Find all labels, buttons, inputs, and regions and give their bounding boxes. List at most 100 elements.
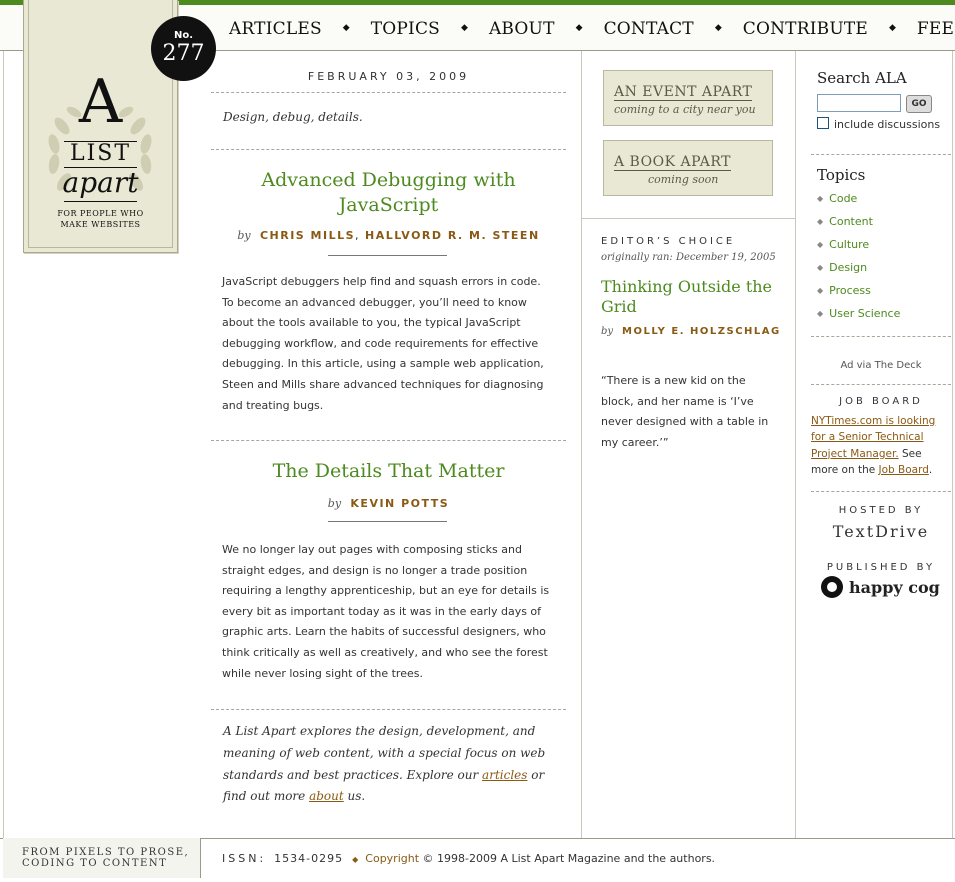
editors-choice-quote: “There is a new kid on the block, and he… (601, 374, 769, 449)
search-input[interactable] (817, 94, 901, 112)
issue-date: FEBRUARY 03, 2009 (307, 70, 470, 83)
article-byline: by CHRIS MILLS, HALLVORD R. M. STEEN (211, 229, 566, 242)
dashed-divider (211, 709, 566, 710)
issue-label: No. (173, 30, 194, 41)
nav-separator-icon: ◆ (342, 23, 350, 33)
copyright-text: © 1998-2009 A List Apart Magazine and th… (419, 852, 716, 865)
article-summary: We no longer lay out pages with composin… (222, 543, 550, 680)
logo-rule (64, 201, 137, 202)
footer-motto: FROM PIXELS TO PROSE, CODING TO CONTENT (22, 847, 189, 869)
article-title[interactable]: Advanced Debugging with JavaScript (211, 168, 566, 218)
hosted-by-heading: HOSTED BY (838, 505, 924, 516)
footer-separator-icon: ◆ (352, 855, 359, 864)
page-right-border (952, 51, 953, 881)
promo-title: A BOOK APART (614, 154, 731, 171)
published-by-heading: PUBLISHED BY (826, 562, 936, 573)
search-heading: Search ALA (817, 69, 907, 87)
promo-subtitle: coming soon (648, 173, 719, 186)
dashed-divider (811, 384, 951, 385)
author-link[interactable]: CHRIS MILLS (260, 229, 355, 242)
column-divider (581, 51, 582, 838)
footer-motto-line: CODING TO CONTENT (22, 858, 168, 869)
issue-tagline: Design, debug, details. (223, 110, 363, 124)
logo-tagline: FOR PEOPLE WHO MAKE WEBSITES (24, 208, 177, 230)
article-title-text[interactable]: The Details That Matter (273, 460, 505, 482)
topic-link[interactable]: Design (829, 261, 867, 274)
textdrive-logo[interactable]: TextDrive (811, 522, 951, 541)
copyright-link[interactable]: Copyright (365, 852, 419, 865)
originally-ran: originally ran: December 19, 2005 (601, 252, 776, 263)
job-board-text: NYTimes.com is looking for a Senior Tech… (811, 413, 951, 479)
topic-link[interactable]: User Science (829, 307, 900, 320)
nav-contribute[interactable]: CONTRIBUTE (743, 19, 868, 39)
article-title[interactable]: The Details That Matter (211, 459, 566, 484)
main-nav: ARTICLES ◆ TOPICS ◆ ABOUT ◆ CONTACT ◆ CO… (229, 19, 955, 39)
topic-link[interactable]: Culture (829, 238, 869, 251)
job-board-link[interactable]: Job Board (879, 464, 929, 476)
article-byline: by KEVIN POTTS (211, 497, 566, 510)
page-left-border (3, 51, 4, 881)
author-link[interactable]: KEVIN POTTS (350, 497, 449, 510)
about-link[interactable]: about (309, 789, 344, 803)
dashed-divider (211, 149, 566, 150)
topic-item: ◆ Culture (817, 238, 900, 261)
about-blurb-text: us. (343, 789, 366, 804)
event-apart-promo[interactable]: AN EVENT APART coming to a city near you (603, 70, 773, 126)
promo-title: AN EVENT APART (614, 84, 753, 101)
dashed-divider (811, 154, 951, 155)
nav-separator-icon: ◆ (714, 23, 722, 33)
bullet-icon: ◆ (817, 194, 824, 203)
nav-separator-icon: ◆ (889, 23, 896, 33)
nav-feed[interactable]: FEED (917, 19, 955, 39)
job-board-heading: JOB BOARD (839, 396, 923, 407)
topic-link[interactable]: Content (829, 215, 873, 228)
nav-articles[interactable]: ARTICLES (229, 19, 322, 39)
editors-choice-heading: EDITOR’S CHOICE (601, 236, 736, 247)
nav-topics[interactable]: TOPICS (371, 19, 440, 39)
byline-prefix: by (327, 497, 342, 510)
byline-rule (328, 255, 447, 256)
author-separator: , (355, 229, 366, 242)
topic-item: ◆ Code (817, 192, 900, 215)
happy-cog-logo[interactable]: happy cog (821, 576, 940, 598)
logo-tagline-line: MAKE WEBSITES (60, 220, 141, 229)
author-link[interactable]: MOLLY E. HOLZSCHLAG (622, 326, 781, 337)
editors-choice-byline: by MOLLY E. HOLZSCHLAG (601, 325, 781, 339)
ad-via-deck[interactable]: Ad via The Deck (811, 360, 951, 371)
topic-link[interactable]: Code (829, 192, 857, 205)
promo-subtitle: coming to a city near you (614, 103, 756, 116)
topic-item: ◆ Content (817, 215, 900, 238)
topic-link[interactable]: Process (829, 284, 871, 297)
happy-cog-name: happy cog (849, 577, 940, 597)
bullet-icon: ◆ (817, 240, 824, 249)
column-divider (795, 51, 796, 838)
topic-item: ◆ Process (817, 284, 900, 307)
footer-motto-line: FROM PIXELS TO PROSE, (22, 847, 190, 858)
include-discussions-checkbox[interactable] (817, 117, 829, 129)
editors-choice-title[interactable]: Thinking Outside the Grid (601, 277, 781, 317)
book-apart-promo[interactable]: A BOOK APART coming soon (603, 140, 773, 196)
cog-icon (821, 576, 843, 598)
issn-label: ISSN: (222, 852, 267, 865)
article-summary: JavaScript debuggers help find and squas… (222, 275, 544, 412)
bullet-icon: ◆ (817, 217, 824, 226)
column-rule (582, 218, 795, 219)
author-link[interactable]: HALLVORD R. M. STEEN (365, 229, 540, 242)
topic-item: ◆ User Science (817, 307, 900, 330)
about-blurb: A List Apart explores the design, develo… (223, 721, 558, 808)
topics-heading: Topics (817, 166, 866, 184)
bullet-icon: ◆ (817, 286, 824, 295)
byline-prefix: by (237, 229, 251, 242)
issn-value: 1534-0295 (274, 852, 344, 865)
logo-apart-word: apart (62, 166, 139, 199)
include-discussions-label: include discussions (834, 118, 941, 131)
nav-contact[interactable]: CONTACT (604, 19, 694, 39)
search-go-button[interactable]: GO (906, 95, 932, 113)
bullet-icon: ◆ (817, 263, 824, 272)
articles-link[interactable]: articles (482, 768, 527, 782)
footer-info: ISSN: 1534-0295 ◆ Copyright © 1998-2009 A L… (222, 852, 715, 865)
article-title-text[interactable]: Advanced Debugging with JavaScript (261, 169, 515, 216)
nav-about[interactable]: ABOUT (489, 19, 555, 39)
nav-separator-icon: ◆ (461, 23, 468, 33)
issue-badge: No. 277 (151, 16, 216, 81)
